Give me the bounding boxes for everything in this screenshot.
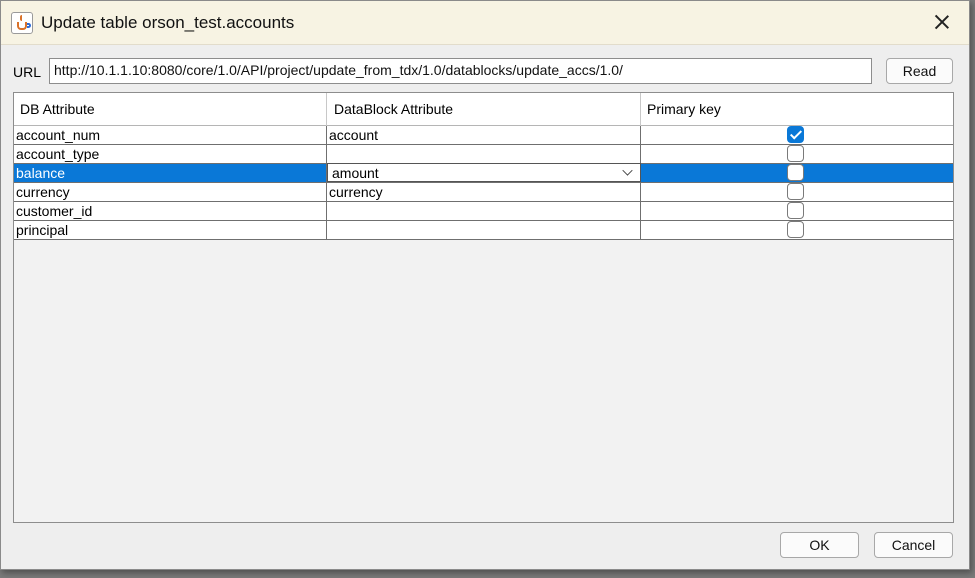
table-header: DB Attribute DataBlock Attribute Primary… xyxy=(14,93,953,126)
db-attribute-cell[interactable]: customer_id xyxy=(14,202,327,220)
datablock-attribute-value: amount xyxy=(332,165,379,181)
table-row[interactable]: principal xyxy=(14,221,953,240)
table-row[interactable]: account_num account xyxy=(14,126,953,145)
dialog-title: Update table orson_test.accounts xyxy=(41,13,295,32)
table-row[interactable]: balance amount xyxy=(14,163,953,183)
primary-key-checkbox[interactable] xyxy=(787,202,804,219)
db-attribute-cell[interactable]: currency xyxy=(14,183,327,201)
db-attribute-cell[interactable]: account_type xyxy=(14,145,327,163)
url-label: URL xyxy=(13,64,42,80)
table-row[interactable]: account_type xyxy=(14,145,953,164)
datablock-attribute-cell[interactable]: account xyxy=(327,126,641,144)
datablock-attribute-value: currency xyxy=(329,184,383,200)
column-header-datablock-attribute[interactable]: DataBlock Attribute xyxy=(327,93,641,126)
primary-key-cell xyxy=(641,126,953,144)
primary-key-checkbox[interactable] xyxy=(787,164,804,181)
db-attribute-cell[interactable]: account_num xyxy=(14,126,327,144)
table-row[interactable]: customer_id xyxy=(14,202,953,221)
datablock-attribute-cell[interactable] xyxy=(327,221,641,239)
primary-key-cell xyxy=(641,221,953,239)
column-header-db-attribute[interactable]: DB Attribute xyxy=(14,93,327,126)
chevron-down-icon[interactable] xyxy=(622,165,633,176)
cancel-button[interactable]: Cancel xyxy=(874,532,953,558)
close-icon[interactable] xyxy=(931,11,953,33)
primary-key-checkbox[interactable] xyxy=(787,221,804,238)
java-icon xyxy=(11,12,33,34)
ok-button[interactable]: OK xyxy=(780,532,859,558)
title-bar: Update table orson_test.accounts xyxy=(1,1,969,45)
datablock-attribute-combobox[interactable]: amount xyxy=(327,163,641,182)
attribute-mapping-table: DB Attribute DataBlock Attribute Primary… xyxy=(13,92,954,523)
url-input[interactable]: http://10.1.1.10:8080/core/1.0/API/proje… xyxy=(49,58,872,84)
datablock-attribute-cell[interactable] xyxy=(327,202,641,220)
update-table-dialog: Update table orson_test.accounts URL htt… xyxy=(0,0,970,570)
read-button[interactable]: Read xyxy=(886,58,953,84)
primary-key-cell xyxy=(641,202,953,220)
primary-key-checkbox[interactable] xyxy=(787,145,804,162)
primary-key-checkbox[interactable] xyxy=(787,183,804,200)
table-row[interactable]: currency currency xyxy=(14,183,953,202)
db-attribute-cell[interactable]: balance xyxy=(14,164,327,182)
primary-key-cell xyxy=(641,183,953,201)
column-header-primary-key[interactable]: Primary key xyxy=(641,93,953,126)
datablock-attribute-cell[interactable] xyxy=(327,145,641,163)
datablock-attribute-value: account xyxy=(329,127,379,143)
primary-key-cell xyxy=(641,145,953,163)
primary-key-checkbox[interactable] xyxy=(787,126,804,143)
db-attribute-cell[interactable]: principal xyxy=(14,221,327,239)
primary-key-cell xyxy=(641,164,953,182)
datablock-attribute-cell[interactable]: currency xyxy=(327,183,641,201)
